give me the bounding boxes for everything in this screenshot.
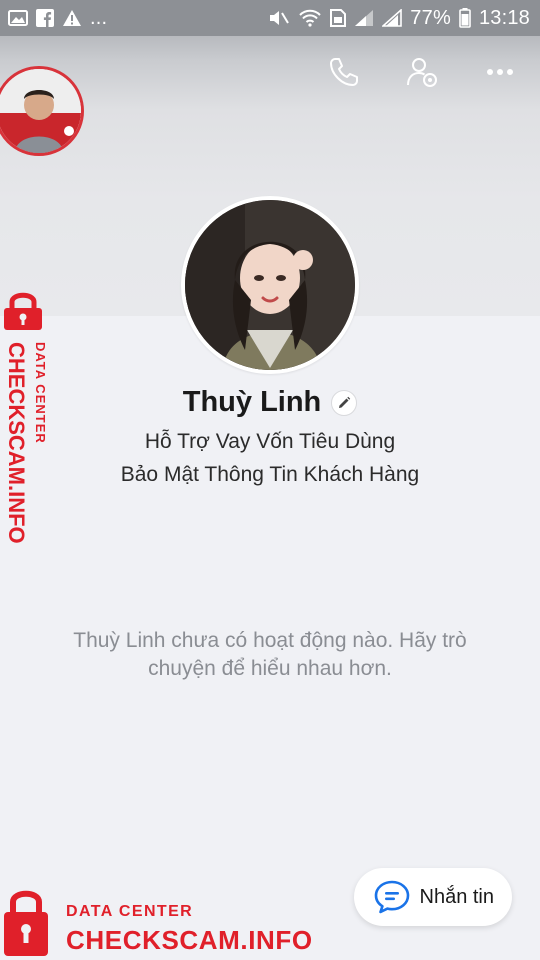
chat-bubble-icon	[374, 880, 409, 914]
send-message-label: Nhắn tin	[419, 885, 495, 908]
warning-icon	[62, 8, 82, 28]
profile-bio-line2: Bảo Mật Thông Tin Khách Hàng	[120, 463, 420, 486]
profile-bio-line1: Hỗ Trợ Vay Vốn Tiêu Dùng	[144, 430, 396, 453]
pencil-icon	[339, 396, 351, 408]
user-settings-icon	[407, 58, 437, 87]
signal-icon-2	[382, 8, 403, 28]
profile-settings-button[interactable]	[402, 52, 442, 92]
mute-icon	[268, 8, 290, 28]
signal-icon	[354, 8, 374, 28]
status-bar: ... 77% 13:18	[0, 0, 540, 36]
watermark-vertical-line2: CHECKSCAM.INFO	[4, 342, 29, 544]
profile-avatar[interactable]	[181, 196, 359, 374]
gallery-icon	[8, 8, 28, 28]
more-options-button[interactable]	[480, 52, 520, 92]
send-message-button[interactable]: Nhắn tin	[353, 868, 512, 926]
profile-photo	[185, 200, 355, 370]
profile-actions	[324, 52, 520, 92]
empty-activity-message: Thuỳ Linh chưa có hoạt động nào. Hãy trò…	[73, 629, 467, 680]
name-row: Thuỳ Linh	[0, 386, 540, 419]
status-time: 13:18	[478, 6, 530, 29]
profile-name: Thuỳ Linh	[182, 386, 322, 418]
padlock-icon-bottom	[4, 890, 48, 956]
battery-percent: 77%	[410, 6, 451, 29]
status-overflow: ...	[90, 6, 108, 29]
edit-name-button[interactable]	[331, 389, 358, 416]
watermark-bottom-line1: DATA CENTER	[66, 903, 193, 920]
overlay-avatar-image	[0, 69, 81, 153]
watermark-bottom-line2: CHECKSCAM.INFO	[66, 925, 313, 955]
battery-icon	[459, 8, 471, 28]
sim-icon	[330, 8, 347, 28]
call-button[interactable]	[324, 52, 364, 92]
wifi-icon	[298, 8, 322, 28]
watermark-horizontal: DATA CENTER CHECKSCAM.INFO	[4, 890, 313, 956]
phone-icon	[330, 58, 358, 86]
padlock-icon	[9, 292, 37, 308]
watermark-vertical-line1: DATA CENTER	[33, 342, 48, 444]
more-icon	[487, 69, 513, 75]
facebook-icon	[36, 8, 54, 28]
watermark-vertical: CHECKSCAM.INFO DATA CENTER	[4, 292, 48, 544]
